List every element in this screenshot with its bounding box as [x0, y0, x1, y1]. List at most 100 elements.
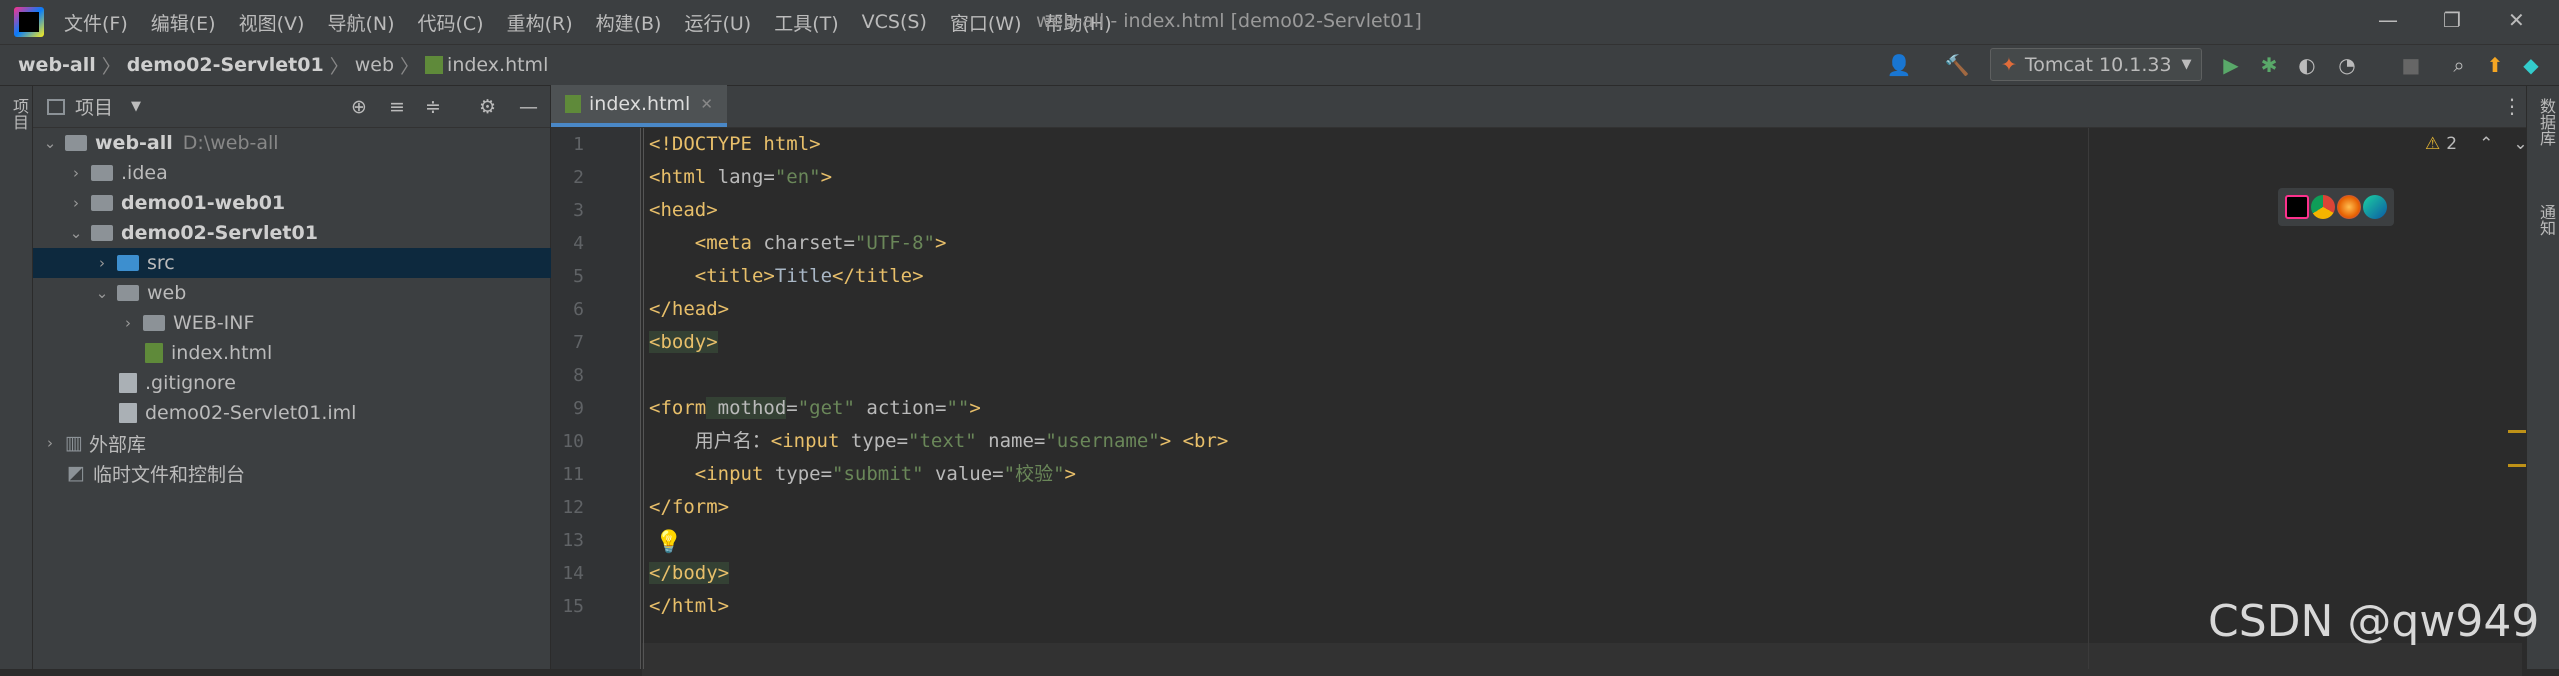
gear-icon[interactable]: ⚙ [479, 96, 496, 118]
menu-window[interactable]: 窗口(W) [950, 9, 1022, 36]
chevron-right-icon[interactable]: › [67, 164, 85, 182]
tree-item-src[interactable]: › src [33, 248, 551, 278]
chevron-down-icon[interactable]: ⌄ [93, 284, 111, 302]
code-line[interactable]: <input type="submit" value="校验"> [649, 458, 1076, 491]
chevron-right-icon[interactable]: › [41, 434, 59, 452]
tree-item-iml[interactable]: demo02-Servlet01.iml [33, 398, 551, 428]
collapse-all-icon[interactable]: ≑ [425, 96, 441, 118]
locate-icon[interactable]: ⊕ [351, 96, 367, 118]
debug-icon[interactable]: ✱ [2256, 52, 2282, 78]
chrome-icon[interactable] [2311, 195, 2335, 219]
project-title[interactable]: 项目 [75, 93, 113, 120]
menu-build[interactable]: 构建(B) [596, 9, 662, 36]
plugin-icon[interactable]: ◆ [2518, 52, 2544, 78]
code-line[interactable]: <title>Title</title> [649, 260, 924, 293]
module-folder-icon [65, 135, 87, 151]
line-number: 7 [573, 332, 584, 353]
tree-item-web-inf[interactable]: › WEB-INF [33, 308, 551, 338]
code-line[interactable]: <body> [649, 326, 718, 359]
tree-item-external-libraries[interactable]: › ▥ 外部库 [33, 428, 551, 458]
hide-panel-icon[interactable]: — [519, 96, 538, 118]
code-line[interactable]: </form> [649, 491, 729, 524]
user-icon[interactable]: 👤 [1886, 52, 1912, 78]
code-line[interactable]: <!DOCTYPE html> [649, 128, 821, 161]
code-line[interactable]: 用户名：<input type="text" name="username"> … [649, 425, 1229, 458]
tree-item-gitignore[interactable]: .gitignore [33, 368, 551, 398]
breadcrumb: web-all 〉 demo02-Servlet01 〉 web 〉 index.ht… [18, 52, 548, 79]
menu-file[interactable]: 文件(F) [64, 9, 128, 36]
code-line[interactable]: </html> [649, 590, 729, 623]
run-icon[interactable]: ▶ [2218, 52, 2244, 78]
warning-stripe-marker[interactable] [2508, 430, 2526, 433]
chevron-down-icon[interactable]: ⌄ [41, 134, 59, 152]
tree-item-idea[interactable]: › .idea [33, 158, 551, 188]
code-line[interactable]: <meta charset="UTF-8"> [649, 227, 947, 260]
code-token: > [934, 232, 947, 254]
menu-navigate[interactable]: 导航(N) [327, 9, 394, 36]
chevron-down-icon[interactable]: ⌄ [67, 224, 85, 242]
warning-stripe-marker[interactable] [2508, 464, 2526, 467]
minimize-icon[interactable]: — [2378, 8, 2398, 32]
code-token: > [820, 166, 833, 188]
project-tool-button[interactable]: 项目 [7, 98, 31, 130]
tree-item-demo02[interactable]: ⌄ demo02-Servlet01 [33, 218, 551, 248]
menu-vcs[interactable]: VCS(S) [862, 11, 927, 33]
expand-all-icon[interactable]: ≡ [389, 96, 405, 118]
chevron-right-icon: 〉 [101, 55, 121, 78]
run-config-select[interactable]: ✦ Tomcat 10.1.33 ▼ [1990, 48, 2202, 81]
code-line[interactable]: </head> [649, 293, 729, 326]
menu-tools[interactable]: 工具(T) [774, 9, 838, 36]
line-number: 11 [562, 464, 584, 485]
build-hammer-icon[interactable]: 🔨 [1944, 52, 1970, 78]
chevron-up-icon[interactable]: ⌃ [2479, 134, 2493, 154]
stop-icon[interactable]: ■ [2398, 52, 2424, 78]
menu-run[interactable]: 运行(U) [684, 9, 751, 36]
tree-item-web-all[interactable]: ⌄ web-all D:\web-all [33, 128, 551, 158]
firefox-icon[interactable] [2337, 195, 2361, 219]
menu-refactor[interactable]: 重构(R) [507, 9, 573, 36]
line-number: 6 [573, 299, 584, 320]
menu-code[interactable]: 代码(C) [417, 9, 483, 36]
inspection-widget[interactable]: ⚠ 2 ⌃ ⌄ [2425, 134, 2528, 154]
chevron-right-icon[interactable]: › [93, 254, 111, 272]
menu-view[interactable]: 视图(V) [239, 9, 305, 36]
tree-item-web[interactable]: ⌄ web [33, 278, 551, 308]
code-line[interactable]: <html lang="en"> [649, 161, 832, 194]
chevron-right-icon[interactable]: › [67, 194, 85, 212]
tab-label: index.html [589, 93, 691, 115]
menu-edit[interactable]: 编辑(E) [151, 9, 216, 36]
tree-item-index-html[interactable]: index.html [33, 338, 551, 368]
chevron-down-icon[interactable]: ▼ [131, 99, 141, 114]
code-token: type= [839, 430, 909, 452]
coverage-icon[interactable]: ◐ [2294, 52, 2320, 78]
breadcrumb-item[interactable]: web-all [18, 54, 96, 76]
close-window-icon[interactable]: ✕ [2508, 8, 2525, 32]
more-tabs-icon[interactable]: ⋮ [2502, 94, 2522, 118]
update-icon[interactable]: ⬆ [2482, 52, 2508, 78]
tab-index-html[interactable]: index.html ✕ [551, 85, 727, 127]
profile-icon[interactable]: ◔ [2334, 52, 2360, 78]
notifications-tool-button[interactable]: 通知 [2534, 204, 2558, 236]
line-number: 4 [573, 233, 584, 254]
code-line[interactable]: </body> [649, 557, 730, 590]
line-number: 10 [562, 431, 584, 452]
tree-item-demo01[interactable]: › demo01-web01 [33, 188, 551, 218]
tree-item-scratches[interactable]: ◩ 临时文件和控制台 [33, 458, 551, 488]
close-tab-icon[interactable]: ✕ [700, 95, 713, 113]
chevron-down-icon[interactable]: ⌄ [2513, 134, 2527, 154]
breadcrumb-item[interactable]: demo02-Servlet01 [127, 54, 324, 76]
search-icon[interactable]: ⌕ [2446, 52, 2472, 78]
code-line[interactable]: <head> [649, 194, 718, 227]
tree-label: web-all [95, 132, 173, 154]
breadcrumb-item[interactable]: web [355, 54, 394, 76]
database-tool-button[interactable]: 数据库 [2534, 98, 2558, 146]
restore-icon[interactable]: ❐ [2443, 8, 2461, 32]
breadcrumb-item[interactable]: index.html [447, 54, 548, 76]
code-line[interactable]: <form mothod="get" action=""> [649, 392, 981, 425]
scratches-icon: ◩ [67, 462, 85, 484]
chevron-right-icon[interactable]: › [119, 314, 137, 332]
lightbulb-icon[interactable]: 💡 [655, 530, 682, 555]
intellij-browser-icon[interactable] [2285, 195, 2309, 219]
code-token: "en" [774, 166, 821, 188]
edge-icon[interactable] [2363, 195, 2387, 219]
